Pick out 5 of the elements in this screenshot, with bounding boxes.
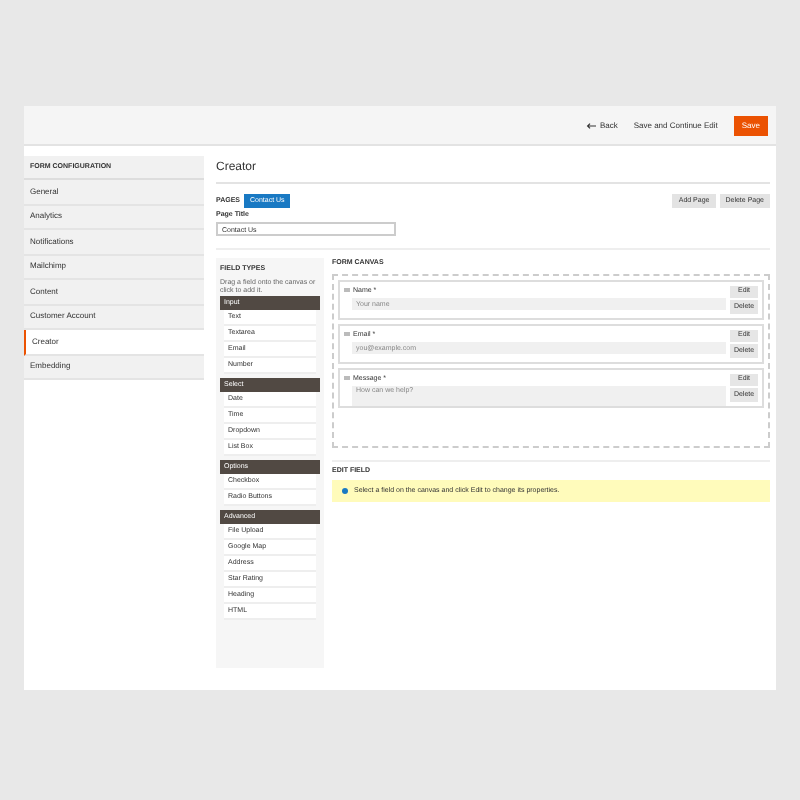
drag-handle-icon [344, 375, 349, 381]
drag-handle-icon [344, 331, 349, 337]
info-icon [342, 487, 348, 494]
drag-handle-icon [344, 287, 349, 293]
back-arrow-icon [585, 121, 596, 129]
